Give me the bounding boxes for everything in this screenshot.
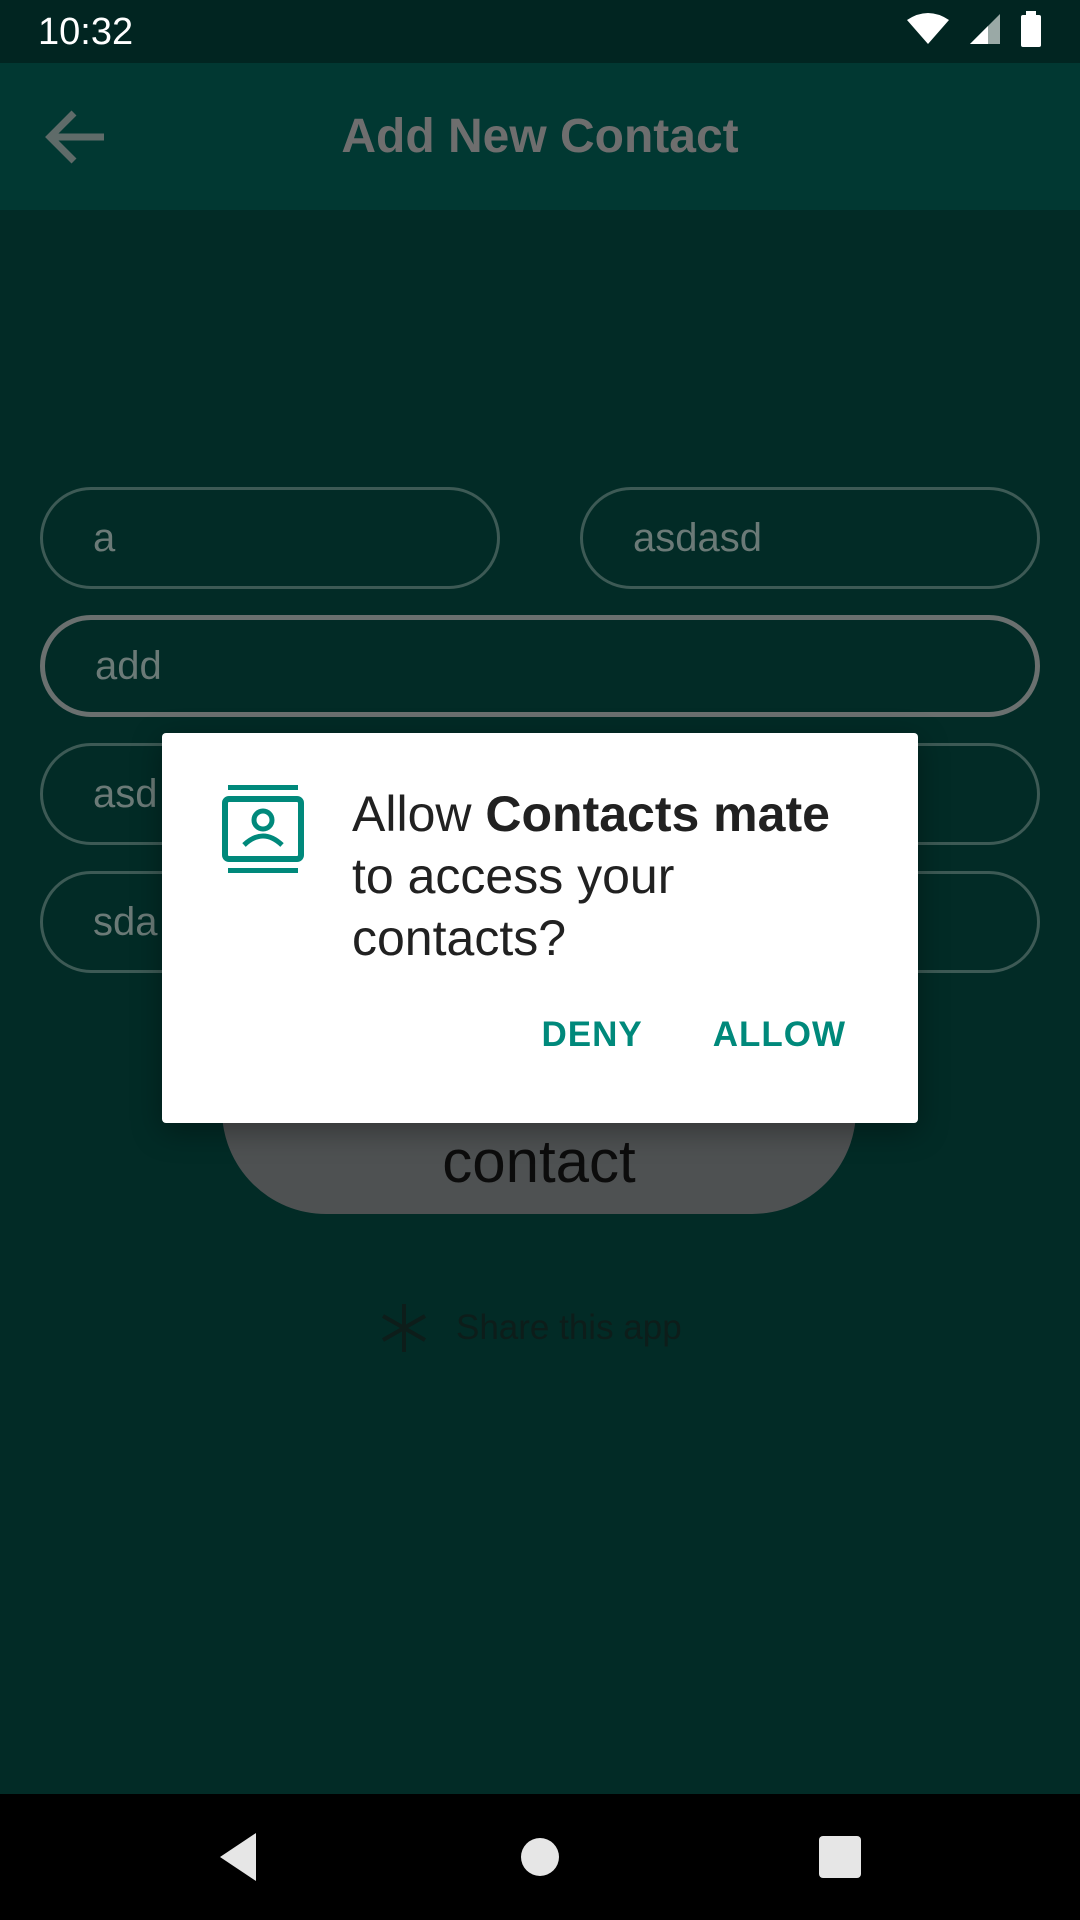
dialog-message: Allow Contacts mate to access your conta… [352,783,872,969]
allow-button[interactable]: ALLOW [713,1015,846,1055]
status-icons [906,10,1042,51]
last-name-value: asdasd [633,516,762,560]
page-title: Add New Contact [341,110,739,163]
first-name-value: a [93,516,116,560]
status-time: 10:32 [38,11,134,53]
dialog-app-name: Contacts mate [485,786,830,842]
last-name-field[interactable]: asdasd [580,487,1040,589]
navigation-bar [0,1794,1080,1920]
address-field[interactable]: add [40,615,1040,717]
permission-dialog: Allow Contacts mate to access your conta… [162,733,918,1123]
snowflake-icon [382,1304,426,1352]
share-label: Share this app [456,1308,682,1347]
dialog-message-prefix: Allow [352,786,486,842]
nav-recents-button[interactable] [810,1827,870,1887]
deny-button[interactable]: DENY [541,1015,642,1055]
back-button[interactable] [38,99,114,175]
wifi-icon [906,12,950,51]
cell-signal-icon [968,12,1002,51]
email-value: sda [93,900,158,944]
nav-home-icon [521,1838,559,1876]
phone-value: asd [93,772,158,816]
share-app-button[interactable]: Share this app [378,1298,682,1358]
nav-back-button[interactable] [210,1827,270,1887]
add-contact-button[interactable]: contact [222,1110,856,1214]
status-bar: 10:32 [0,0,1080,63]
arrow-back-icon [45,110,104,164]
battery-icon [1020,10,1042,52]
app-bar: Add New Contact [0,63,1080,210]
add-contact-label: contact [442,1128,636,1195]
dialog-message-suffix: to access your contacts? [352,848,675,966]
dialog-actions: DENY ALLOW [541,1015,846,1055]
nav-recents-icon [819,1836,861,1878]
address-value: add [95,644,162,688]
contacts-icon [222,783,304,875]
first-name-field[interactable]: a [40,487,500,589]
nav-home-button[interactable] [510,1827,570,1887]
nav-back-icon [220,1833,256,1881]
